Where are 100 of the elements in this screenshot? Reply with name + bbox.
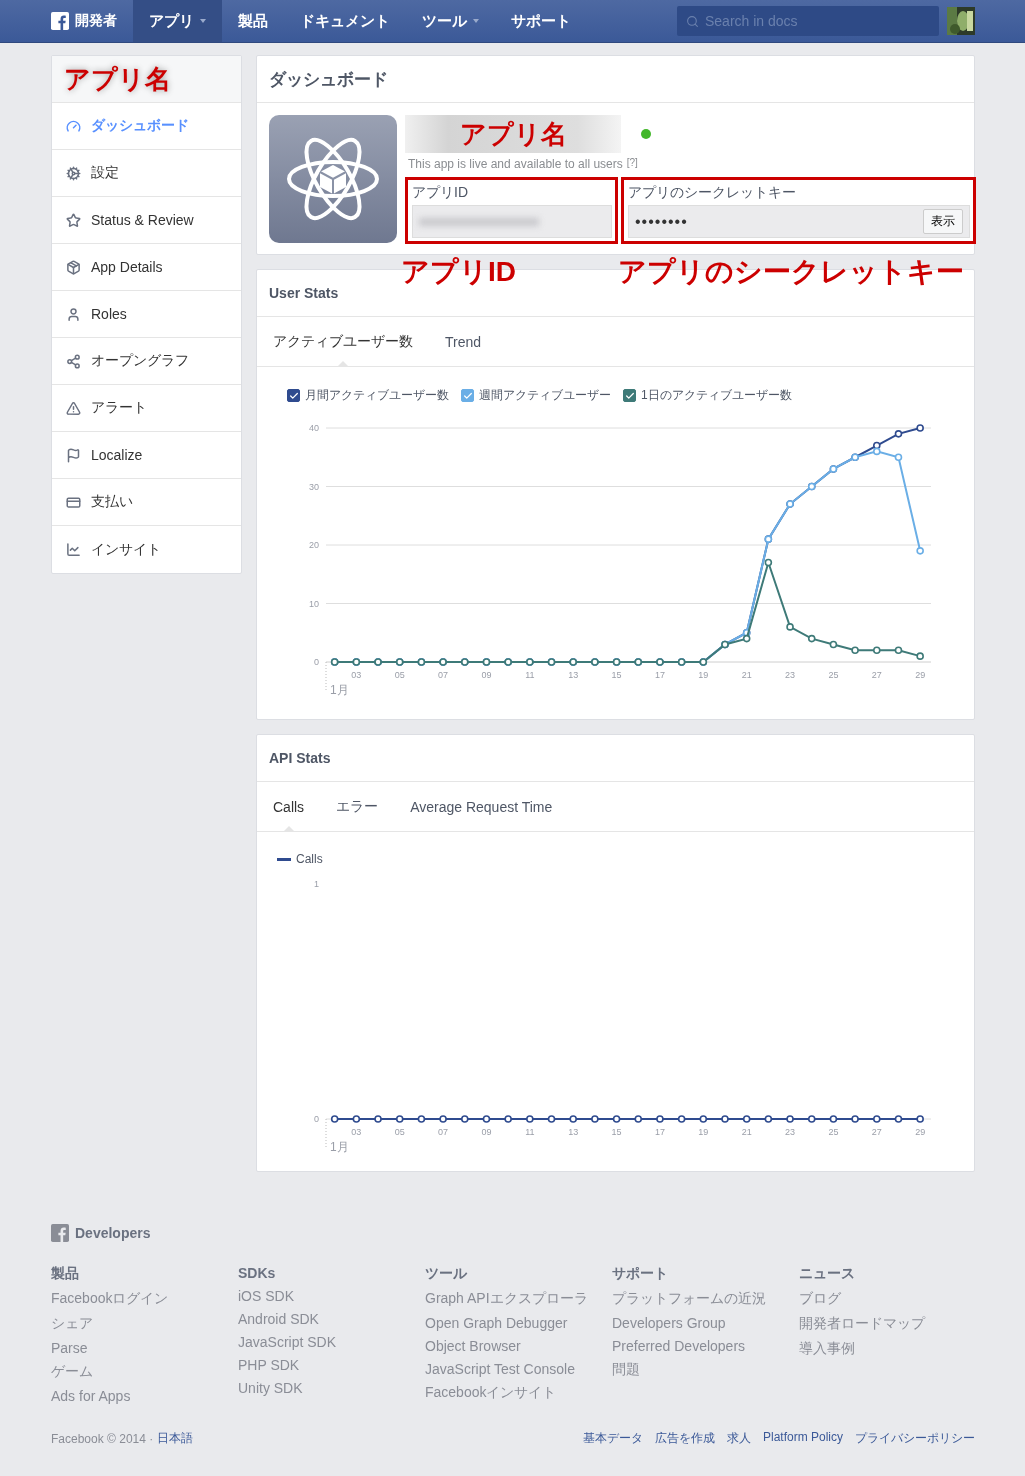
footer-brand: Developers (75, 1225, 151, 1241)
data-point (786, 1115, 794, 1123)
axis-tick-label: 19 (698, 670, 709, 680)
data-point (417, 1115, 426, 1123)
month-label: 1月 (330, 1140, 349, 1154)
data-point (591, 1115, 599, 1123)
data-point (656, 1115, 664, 1123)
data-point (807, 634, 816, 643)
masked-secret: •••••••• (635, 212, 689, 231)
data-point (439, 1115, 447, 1123)
footer-link[interactable]: 求人 (726, 1430, 751, 1447)
tab[interactable]: Calls (273, 782, 305, 831)
data-point (330, 1115, 339, 1123)
app-id-field[interactable] (412, 205, 612, 238)
card-title: User Stats (269, 285, 339, 301)
data-point (894, 453, 903, 462)
sidebar-item[interactable]: 設定 (52, 150, 241, 197)
footer-link[interactable]: 基本データ (582, 1430, 643, 1447)
nav-menu-item[interactable]: 製品 (222, 0, 284, 42)
axis-tick-label: 1 (314, 879, 319, 889)
data-point (764, 1115, 773, 1123)
sidebar-item[interactable]: 支払い (52, 479, 241, 526)
data-point (829, 640, 838, 649)
axis-tick-label: 27 (871, 1127, 882, 1137)
sidebar-item[interactable]: Roles (52, 291, 241, 338)
legend-item[interactable]: 1日のアクティブユーザー数 (623, 387, 792, 404)
sidebar-item[interactable]: オープングラフ (52, 338, 241, 385)
footer-heading: ニュース (799, 1265, 856, 1283)
axis-tick-label: 03 (351, 1127, 362, 1137)
axis-tick-label: 07 (438, 1127, 449, 1137)
app-name-annotation: アプリ名 (459, 117, 567, 151)
legend-checkbox[interactable] (287, 389, 300, 402)
data-point (894, 430, 903, 438)
data-point (894, 1115, 903, 1123)
axis-tick-label: 09 (481, 670, 492, 680)
sidebar-item[interactable]: App Details (52, 244, 241, 291)
show-button[interactable]: 表示 (923, 209, 963, 234)
axis-tick-label: 0 (314, 1114, 319, 1124)
facebook-logo-icon (51, 1224, 69, 1242)
tab[interactable]: Average Request Time (410, 782, 553, 831)
axis-tick-label: 03 (351, 670, 362, 680)
nav-menu-item[interactable]: ツール (406, 0, 495, 42)
app-name-annotation: アプリ名 (64, 62, 171, 96)
data-point (851, 646, 859, 655)
gear-icon (66, 165, 81, 181)
axis-tick-label: 20 (309, 540, 319, 550)
data-point (547, 1115, 556, 1123)
legend-checkbox[interactable] (461, 389, 474, 402)
status-text: This app is live and available to all users (408, 157, 623, 171)
footer-heading: サポート (612, 1265, 669, 1283)
search-field[interactable]: Search in docs (677, 6, 939, 36)
tab[interactable]: エラー (336, 782, 379, 831)
axis-tick-label: 07 (438, 670, 449, 680)
axis-tick-label: 13 (568, 1127, 579, 1137)
data-point (569, 1115, 577, 1123)
footer-link[interactable]: 広告を作成 (654, 1430, 715, 1447)
sidebar-item[interactable]: インサイト (52, 526, 241, 573)
axis-tick-label: 17 (654, 670, 665, 680)
axis-tick-label: 15 (611, 670, 622, 680)
data-point (395, 1115, 404, 1123)
legend-checkbox[interactable] (623, 389, 636, 402)
app-secret-field[interactable]: •••••••• 表示 (628, 205, 970, 238)
axis-tick-label: 23 (785, 1127, 796, 1137)
legend-item[interactable]: Calls (277, 852, 323, 866)
axis-tick-label: 21 (741, 1127, 752, 1137)
axis-tick-label: 19 (698, 1127, 709, 1137)
legend-item[interactable]: 月間アクティブユーザー数 (287, 387, 449, 404)
tab[interactable]: Trend (445, 317, 482, 366)
axis-tick-label: 29 (915, 1127, 926, 1137)
language-link[interactable]: 日本語 (157, 1430, 194, 1447)
field-label: アプリのシークレットキー (628, 184, 797, 202)
sidebar-item[interactable]: Status & Review (52, 197, 241, 244)
person-icon (66, 306, 81, 322)
data-point (742, 1115, 751, 1123)
axis-tick-label: 21 (741, 670, 752, 680)
axis-tick-label: 23 (785, 670, 796, 680)
data-point (786, 623, 794, 631)
data-point (612, 1115, 621, 1123)
sidebar-item[interactable]: ダッシュボード (52, 103, 241, 150)
sidebar-item[interactable]: Localize (52, 432, 241, 479)
footer-link[interactable]: プライバシーポリシー (855, 1430, 975, 1447)
copyright: Facebook © 2014 · (51, 1431, 154, 1446)
axis-tick-label: 11 (525, 1127, 535, 1137)
help-link[interactable]: [?] (626, 157, 638, 171)
nav-menu-item[interactable]: ドキュメント (284, 0, 406, 42)
flag-icon (66, 447, 81, 463)
footer-heading: 製品 (51, 1265, 80, 1283)
card-icon (66, 494, 81, 510)
data-point (482, 1115, 491, 1123)
nav-menu-item[interactable]: サポート (495, 0, 587, 42)
sidebar-item[interactable]: アラート (52, 385, 241, 432)
data-point (873, 646, 881, 655)
data-point (352, 1115, 361, 1123)
footer-link[interactable]: Platform Policy (762, 1430, 843, 1447)
nav-menu-item[interactable]: アプリ (133, 0, 222, 42)
axis-tick-label: 29 (915, 670, 926, 680)
data-point (742, 634, 751, 643)
atom-icon (269, 115, 397, 243)
legend-item[interactable]: 週間アクティブユーザー (461, 387, 611, 404)
tab[interactable]: アクティブユーザー数 (273, 317, 413, 366)
